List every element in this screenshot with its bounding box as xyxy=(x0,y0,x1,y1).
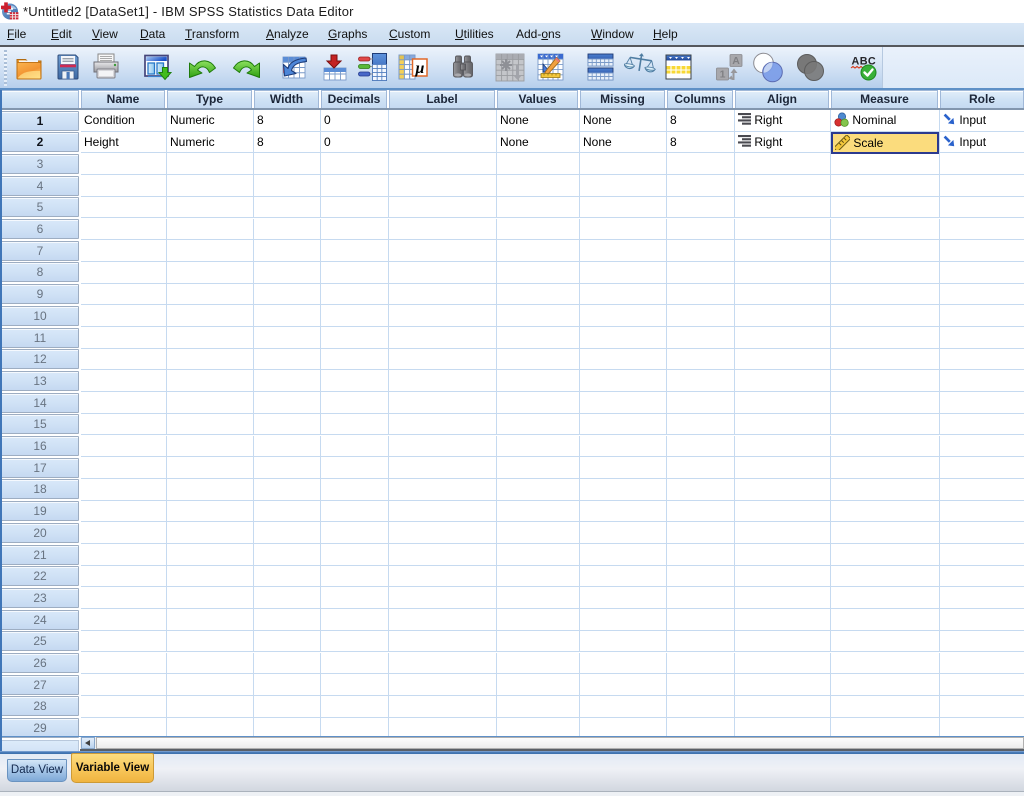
svg-text:1: 1 xyxy=(719,69,725,81)
svg-text:μ: μ xyxy=(415,60,425,77)
svg-text:A: A xyxy=(732,55,740,67)
